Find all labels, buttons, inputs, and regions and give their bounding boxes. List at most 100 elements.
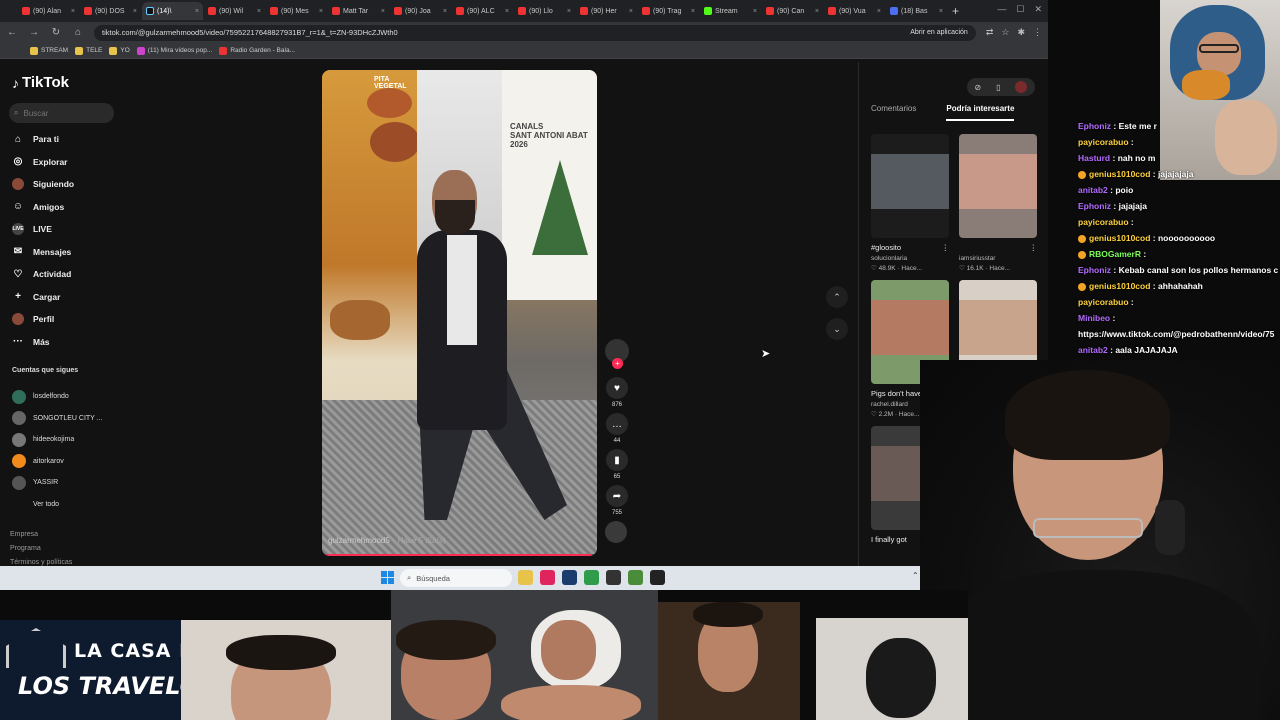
browser-tab[interactable]: (90) ALC × <box>452 2 513 20</box>
save-action[interactable]: ▮ 65 <box>605 449 629 480</box>
browser-tab[interactable]: (90) Can × <box>762 2 823 20</box>
bookmark-item[interactable]: STREAM <box>30 46 68 55</box>
close-icon[interactable]: × <box>195 8 199 15</box>
following-item[interactable]: Ver todo <box>12 494 103 516</box>
browser-tab[interactable]: (90) Wil × <box>204 2 265 20</box>
close-icon[interactable]: × <box>133 8 137 15</box>
address-bar[interactable]: tiktok.com/@gulzarmehmood5/video/7595221… <box>94 24 976 41</box>
chat-username[interactable]: Ephoniz <box>1078 201 1111 211</box>
creator-avatar[interactable]: + <box>605 339 629 369</box>
browser-tab[interactable]: Matt Tar × <box>328 2 389 20</box>
chat-username[interactable]: genius1010cod <box>1089 233 1150 243</box>
close-icon[interactable]: × <box>71 8 75 15</box>
browser-tab[interactable]: (18) Bas × <box>886 2 947 20</box>
forward-icon[interactable]: → <box>28 27 40 38</box>
follow-plus-icon[interactable]: + <box>612 358 623 369</box>
bookmark-item[interactable]: TELE <box>75 46 102 55</box>
extension-icon[interactable]: ✱ <box>1017 27 1025 38</box>
share-action[interactable]: ➦ 755 <box>605 485 629 516</box>
close-icon[interactable]: × <box>629 8 633 15</box>
close-icon[interactable]: × <box>815 8 819 15</box>
close-icon[interactable]: × <box>877 8 881 15</box>
sidebar-item-live[interactable]: LIVE LIVE <box>12 218 74 241</box>
close-icon[interactable]: × <box>381 8 385 15</box>
taskbar-app-icon[interactable] <box>518 570 533 585</box>
music-disc-icon[interactable] <box>605 521 627 543</box>
translate-icon[interactable]: ⇄ <box>986 27 994 38</box>
close-icon[interactable]: × <box>505 8 509 15</box>
sidebar-item-cargar[interactable]: + Cargar <box>12 286 74 309</box>
browser-tab[interactable]: (90) DOS × <box>80 2 141 20</box>
close-icon[interactable]: × <box>319 8 323 15</box>
taskbar-app-icon[interactable] <box>562 570 577 585</box>
recommended-card[interactable]: #gloosito ⋮ solucionlaria ♡ 48.9K · Hace... <box>871 134 949 274</box>
sidebar-item-ms[interactable]: ··· Más <box>12 331 74 354</box>
share-icon[interactable]: ➦ <box>606 485 628 507</box>
following-item[interactable]: SONGOTLEU CITY ... <box>12 408 103 430</box>
video-player[interactable]: PITA VEGETAL CANALS SANT ANTONI ABAT 202… <box>322 70 597 556</box>
browser-tab[interactable]: (90) Trag × <box>638 2 699 20</box>
menu-dots-icon[interactable]: ⋮ <box>1033 27 1042 38</box>
bookmark-icon[interactable]: ▮ <box>606 449 628 471</box>
windows-start-icon[interactable] <box>381 571 394 584</box>
close-icon[interactable]: × <box>257 8 261 15</box>
browser-tab[interactable]: (90) Mes × <box>266 2 327 20</box>
phone-icon[interactable]: ▯ <box>996 83 1000 92</box>
close-icon[interactable]: × <box>691 8 695 15</box>
sidebar-item-parati[interactable]: ⌂ Para ti <box>12 128 74 151</box>
browser-tab[interactable]: (90) Vua × <box>824 2 885 20</box>
browser-tab[interactable]: (14)\ × <box>142 2 203 20</box>
chat-username[interactable]: Ephoniz <box>1078 121 1111 131</box>
chat-username[interactable]: payicorabuo <box>1078 137 1129 147</box>
close-icon[interactable]: × <box>753 8 757 15</box>
close-icon[interactable]: × <box>443 8 447 15</box>
taskbar-app-icon[interactable] <box>540 570 555 585</box>
taskbar-app-icon[interactable] <box>606 570 621 585</box>
chevron-down-icon[interactable]: ⌄ <box>826 318 848 340</box>
tray-chevron-icon[interactable]: ⌃ <box>912 571 919 580</box>
close-icon[interactable]: × <box>567 8 571 15</box>
following-item[interactable]: hideeokojima <box>12 429 103 451</box>
chevron-up-icon[interactable]: ⌃ <box>826 286 848 308</box>
sidebar-item-siguiendo[interactable]: Siguiendo <box>12 173 74 196</box>
search-input[interactable] <box>23 108 104 118</box>
browser-tab[interactable]: (90) Joa × <box>390 2 451 20</box>
browser-tab[interactable]: Stream × <box>700 2 761 20</box>
following-item[interactable]: losdelfondo <box>12 386 103 408</box>
card-thumbnail[interactable] <box>959 134 1037 238</box>
sidebar-item-perfil[interactable]: Perfil <box>12 308 74 331</box>
sidebar-item-mensajes[interactable]: ✉ Mensajes <box>12 241 74 264</box>
following-item[interactable]: YASSIR <box>12 472 103 494</box>
bookmark-star-icon[interactable]: ☆ <box>1001 27 1009 38</box>
taskbar-app-icon[interactable] <box>650 570 665 585</box>
chat-username[interactable]: genius1010cod <box>1089 169 1150 179</box>
comment-icon[interactable]: … <box>606 413 628 435</box>
tab-comments[interactable]: Comentarios <box>871 104 916 121</box>
browser-tab[interactable]: (90) Her × <box>576 2 637 20</box>
reload-icon[interactable]: ↻ <box>50 27 62 38</box>
open-in-app-button[interactable]: Abrir en aplicación <box>910 29 968 36</box>
browser-tab[interactable]: (90) Alan × <box>18 2 79 20</box>
more-dots-icon[interactable]: ⋮ <box>942 243 950 254</box>
back-icon[interactable]: ← <box>6 27 18 38</box>
chat-username[interactable]: genius1010cod <box>1089 281 1150 291</box>
maximize-icon[interactable]: ☐ <box>1016 4 1024 15</box>
card-thumbnail[interactable] <box>871 134 949 238</box>
chat-username[interactable]: Hasturd <box>1078 153 1110 163</box>
close-window-icon[interactable]: ✕ <box>1034 4 1042 15</box>
search-box[interactable]: ⌕ <box>9 103 114 123</box>
taskbar-search[interactable]: ⌕ Búsqueda <box>400 569 512 587</box>
chat-username[interactable]: payicorabuo <box>1078 217 1129 227</box>
more-dots-icon[interactable]: ⋮ <box>1030 243 1038 254</box>
comment-action[interactable]: … 44 <box>605 413 629 444</box>
sidebar-item-explorar[interactable]: ◎ Explorar <box>12 151 74 174</box>
close-icon[interactable]: × <box>939 8 943 15</box>
chat-username[interactable]: Ephoniz <box>1078 265 1111 275</box>
block-icon[interactable]: ⊘ <box>974 83 981 92</box>
chat-username[interactable]: anitab2 <box>1078 345 1108 355</box>
taskbar-app-icon[interactable] <box>584 570 599 585</box>
video-author[interactable]: gulzarmehmood5 <box>328 536 390 545</box>
browser-tab[interactable]: (90) Llo × <box>514 2 575 20</box>
heart-icon[interactable]: ♥ <box>606 377 628 399</box>
minimize-icon[interactable]: — <box>997 4 1006 15</box>
